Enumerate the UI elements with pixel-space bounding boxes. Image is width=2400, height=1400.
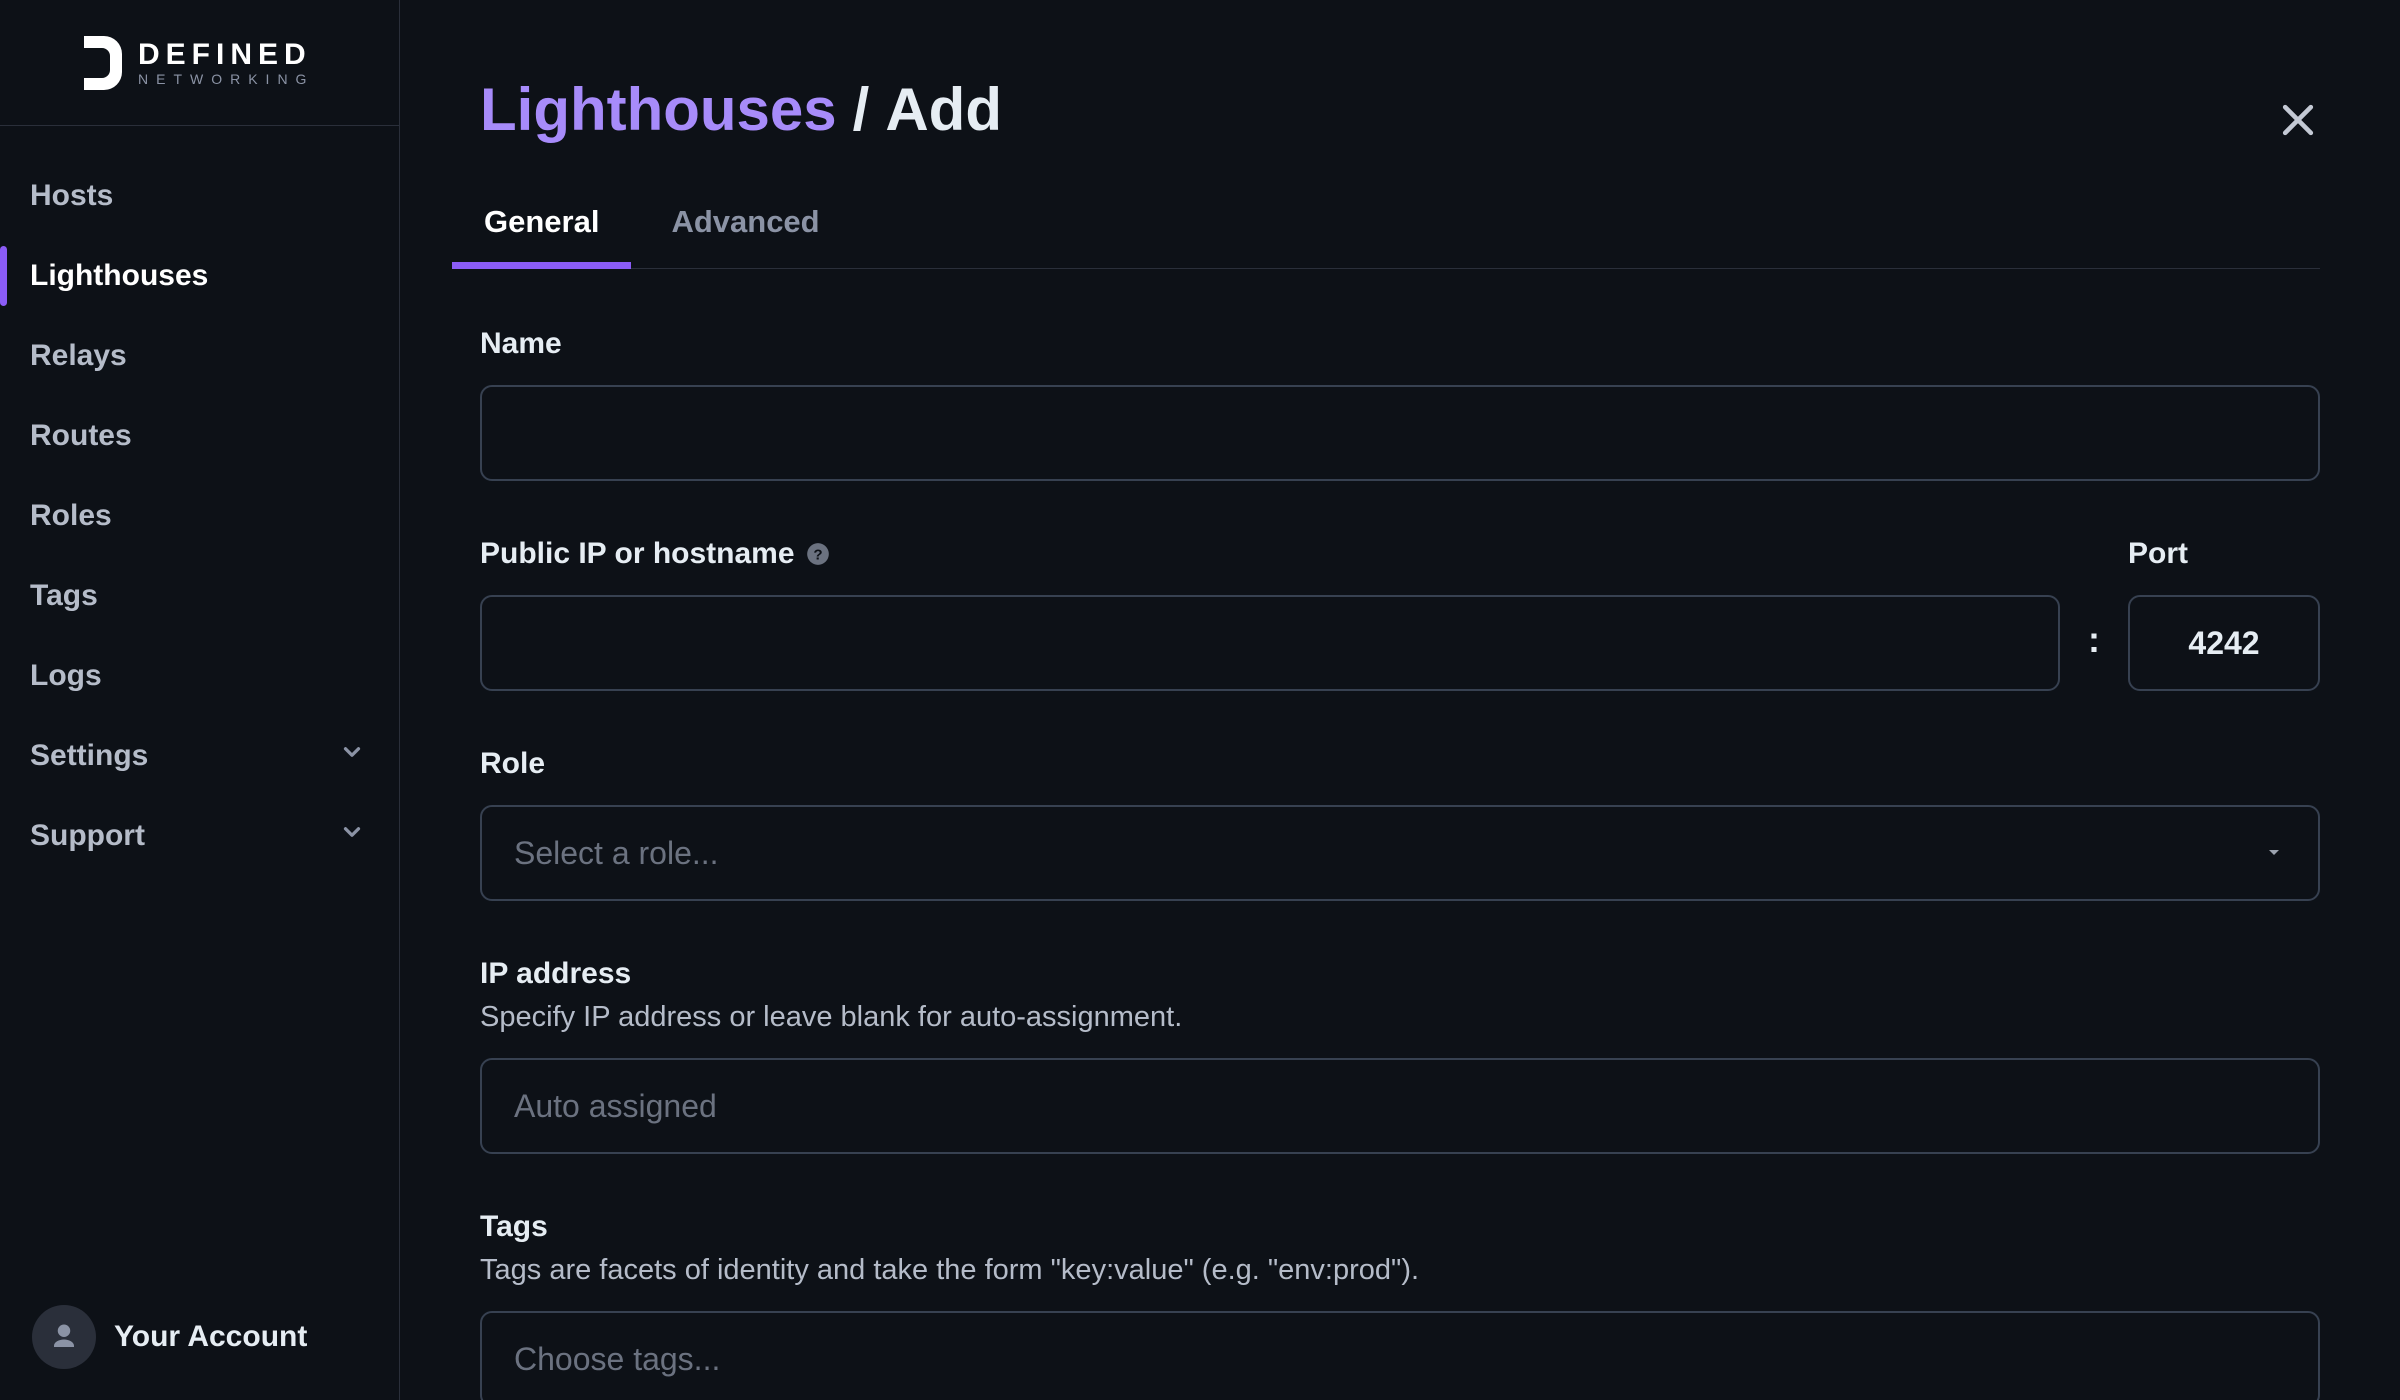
sidebar-item-label: Settings xyxy=(30,739,148,773)
ip-hint: Specify IP address or leave blank for au… xyxy=(480,1001,2320,1034)
caret-down-icon xyxy=(2262,835,2286,872)
sidebar-item-label: Routes xyxy=(30,419,132,453)
field-role: Role Select a role... xyxy=(480,747,2320,901)
svg-text:?: ? xyxy=(813,546,822,563)
chevron-down-icon xyxy=(339,819,365,853)
name-input[interactable] xyxy=(480,385,2320,481)
tags-input[interactable] xyxy=(480,1311,2320,1400)
breadcrumb-current: Add xyxy=(885,80,1002,140)
sidebar-item-label: Support xyxy=(30,819,145,853)
tags-hint: Tags are facets of identity and take the… xyxy=(480,1254,2320,1287)
logo-text-top: DEFINED xyxy=(138,40,314,70)
sidebar-item-label: Tags xyxy=(30,579,98,613)
sidebar-item-label: Logs xyxy=(30,659,102,693)
account-label: Your Account xyxy=(114,1320,307,1354)
tab-advanced[interactable]: Advanced xyxy=(667,204,823,268)
field-name: Name xyxy=(480,327,2320,481)
label-text: Public IP or hostname xyxy=(480,537,795,571)
sidebar-item-support[interactable]: Support xyxy=(0,796,399,876)
ip-input[interactable] xyxy=(480,1058,2320,1154)
logo-text-bottom: NETWORKING xyxy=(138,72,314,86)
public-ip-input[interactable] xyxy=(480,595,2060,691)
sidebar-item-tags[interactable]: Tags xyxy=(0,556,399,636)
host-port-separator: : xyxy=(2088,619,2100,691)
sidebar-item-lighthouses[interactable]: Lighthouses xyxy=(0,236,399,316)
avatar-icon xyxy=(32,1305,96,1369)
sidebar-item-settings[interactable]: Settings xyxy=(0,716,399,796)
sidebar-item-label: Hosts xyxy=(30,179,113,213)
close-button[interactable] xyxy=(2276,98,2320,142)
breadcrumb-sep: / xyxy=(853,80,870,140)
field-ip: IP address Specify IP address or leave b… xyxy=(480,957,2320,1154)
tab-general[interactable]: General xyxy=(480,204,603,268)
public-ip-label: Public IP or hostname ? xyxy=(480,537,2060,571)
sidebar-item-relays[interactable]: Relays xyxy=(0,316,399,396)
logo[interactable]: DEFINED NETWORKING xyxy=(0,0,399,126)
sidebar-item-routes[interactable]: Routes xyxy=(0,396,399,476)
tabs: General Advanced xyxy=(480,204,2320,269)
chevron-down-icon xyxy=(339,739,365,773)
tab-label: General xyxy=(484,204,599,239)
sidebar: DEFINED NETWORKING Hosts Lighthouses Rel… xyxy=(0,0,400,1400)
tags-label: Tags xyxy=(480,1210,2320,1244)
breadcrumb: Lighthouses / Add xyxy=(480,80,2320,140)
port-label: Port xyxy=(2128,537,2320,571)
sidebar-item-roles[interactable]: Roles xyxy=(0,476,399,556)
role-select[interactable]: Select a role... xyxy=(480,805,2320,901)
role-label: Role xyxy=(480,747,2320,781)
field-tags: Tags Tags are facets of identity and tak… xyxy=(480,1210,2320,1400)
sidebar-item-label: Lighthouses xyxy=(30,259,208,293)
account-menu[interactable]: Your Account xyxy=(0,1274,399,1400)
help-icon[interactable]: ? xyxy=(805,541,831,567)
sidebar-item-label: Relays xyxy=(30,339,127,373)
port-input[interactable] xyxy=(2128,595,2320,691)
field-public-ip-port: Public IP or hostname ? : Port xyxy=(480,537,2320,691)
sidebar-item-hosts[interactable]: Hosts xyxy=(0,156,399,236)
logo-icon xyxy=(78,34,122,92)
nav: Hosts Lighthouses Relays Routes Roles Ta… xyxy=(0,126,399,1274)
ip-label: IP address xyxy=(480,957,2320,991)
main: Lighthouses / Add General Advanced Name … xyxy=(400,0,2400,1400)
sidebar-item-label: Roles xyxy=(30,499,112,533)
sidebar-item-logs[interactable]: Logs xyxy=(0,636,399,716)
name-label: Name xyxy=(480,327,2320,361)
tab-label: Advanced xyxy=(671,204,819,239)
breadcrumb-parent[interactable]: Lighthouses xyxy=(480,80,837,140)
form: Name Public IP or hostname ? : xyxy=(480,327,2320,1400)
role-placeholder: Select a role... xyxy=(514,835,719,872)
